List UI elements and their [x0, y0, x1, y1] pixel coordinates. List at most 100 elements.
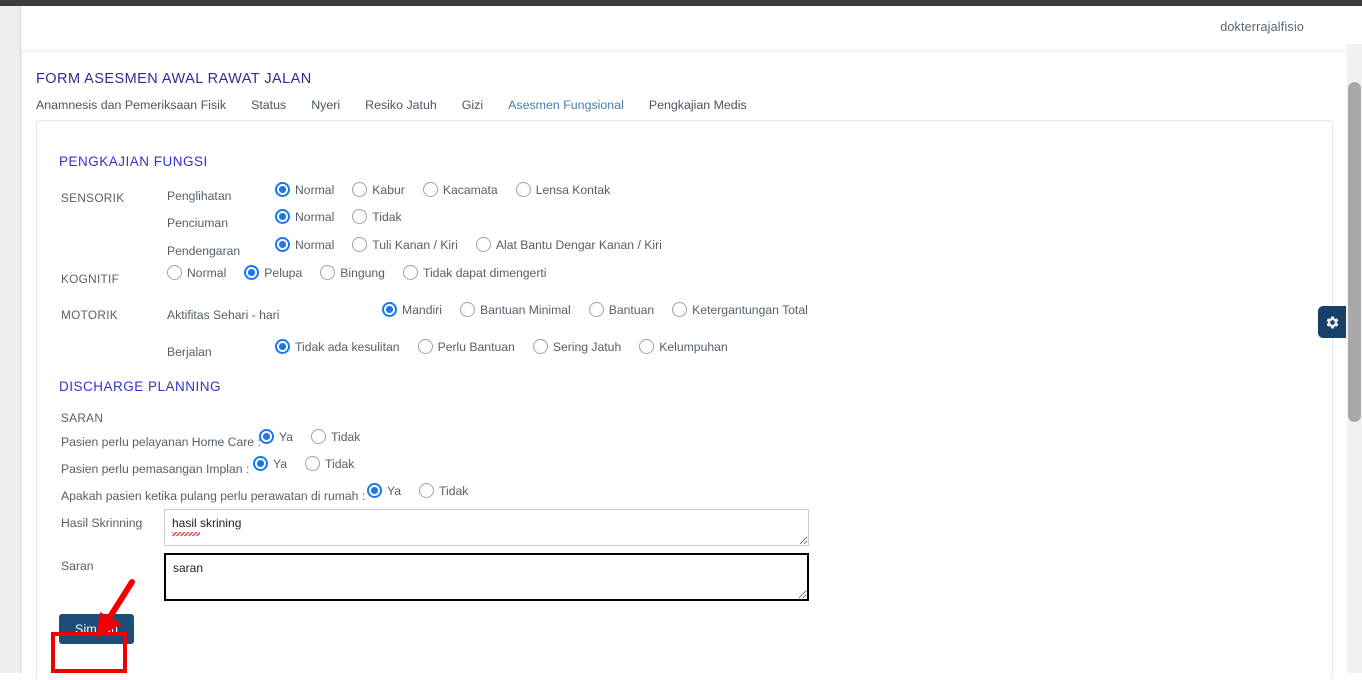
- vertical-scrollbar-thumb[interactable]: [1348, 82, 1361, 422]
- left-sidebar-rail: [0, 6, 21, 673]
- radio-dot-icon: [419, 483, 434, 498]
- radio-label: Ya: [273, 457, 287, 471]
- radio-kognitif-tidak-dapat-dimengerti[interactable]: Tidak dapat dimengerti: [403, 265, 547, 280]
- radio-implan-tidak[interactable]: Tidak: [305, 456, 354, 471]
- radio-implan-ya[interactable]: Ya: [253, 456, 287, 471]
- radio-kognitif-pelupa[interactable]: Pelupa: [244, 265, 302, 280]
- radio-berjalan-sering-jatuh[interactable]: Sering Jatuh: [533, 339, 621, 354]
- radio-dot-icon: [352, 237, 367, 252]
- radio-label: Bantuan: [609, 303, 654, 317]
- radio-group-perawatan-di-rumah: Ya Tidak: [367, 483, 486, 498]
- radio-label: Ketergantungan Total: [692, 303, 808, 317]
- question-label-perawatan-di-rumah: Apakah pasien ketika pulang perlu perawa…: [61, 489, 365, 503]
- tab-pengkajian-medis[interactable]: Pengkajian Medis: [649, 98, 760, 112]
- radio-dot-icon: [320, 265, 335, 280]
- radio-dot-icon: [403, 265, 418, 280]
- radio-penglihatan-kacamata[interactable]: Kacamata: [423, 182, 498, 197]
- radio-penglihatan-lensa-kontak[interactable]: Lensa Kontak: [516, 182, 611, 197]
- tab-status[interactable]: Status: [251, 98, 299, 112]
- radio-label: Mandiri: [402, 303, 442, 317]
- row-label-pendengaran: Pendengaran: [167, 244, 240, 258]
- tab-anamnesis-dan-pemeriksaan-fisik[interactable]: Anamnesis dan Pemeriksaan Fisik: [36, 98, 239, 112]
- radio-dot-icon: [253, 456, 268, 471]
- hasil-skrinning-textarea[interactable]: [164, 509, 809, 546]
- radio-dot-icon: [423, 182, 438, 197]
- tab-asesmen-fungsional[interactable]: Asesmen Fungsional: [508, 98, 637, 112]
- radio-label: Tidak: [372, 210, 401, 224]
- row-label-berjalan: Berjalan: [167, 345, 212, 359]
- radio-label: Tidak ada kesulitan: [295, 340, 400, 354]
- app-header: dokterrajalfisio: [21, 6, 1362, 50]
- group-label-motorik: MOTORIK: [61, 308, 118, 322]
- radio-aktifitas-bantuan-minimal[interactable]: Bantuan Minimal: [460, 302, 571, 317]
- assessment-card: PENGKAJIAN FUNGSI SENSORIK Penglihatan N…: [36, 120, 1333, 680]
- radio-berjalan-kelumpuhan[interactable]: Kelumpuhan: [639, 339, 727, 354]
- row-label-penglihatan: Penglihatan: [167, 189, 231, 203]
- saran-textarea[interactable]: [164, 553, 809, 601]
- radio-group-kognitif: Normal Pelupa Bingung Tidak dapat dimeng…: [167, 265, 565, 280]
- radio-dot-icon: [275, 209, 290, 224]
- radio-group-aktifitas-sehari-hari: Mandiri Bantuan Minimal Bantuan Ketergan…: [382, 302, 826, 317]
- radio-label: Normal: [295, 210, 334, 224]
- radio-dot-icon: [418, 339, 433, 354]
- radio-dot-icon: [275, 339, 290, 354]
- tab-gizi[interactable]: Gizi: [462, 98, 496, 112]
- radio-label: Bantuan Minimal: [480, 303, 571, 317]
- radio-kognitif-bingung[interactable]: Bingung: [320, 265, 385, 280]
- radio-dot-icon: [311, 429, 326, 444]
- radio-penglihatan-normal[interactable]: Normal: [275, 182, 334, 197]
- tab-nyeri[interactable]: Nyeri: [311, 98, 353, 112]
- radio-perawatan-rumah-ya[interactable]: Ya: [367, 483, 401, 498]
- radio-perawatan-rumah-tidak[interactable]: Tidak: [419, 483, 468, 498]
- radio-aktifitas-mandiri[interactable]: Mandiri: [382, 302, 442, 317]
- radio-home-care-tidak[interactable]: Tidak: [311, 429, 360, 444]
- gear-icon: [1325, 315, 1340, 330]
- row-label-aktifitas-sehari-hari: Aktifitas Sehari - hari: [167, 308, 279, 322]
- radio-label: Bingung: [340, 266, 385, 280]
- radio-dot-icon: [382, 302, 397, 317]
- radio-penglihatan-kabur[interactable]: Kabur: [352, 182, 405, 197]
- radio-kognitif-normal[interactable]: Normal: [167, 265, 226, 280]
- radio-dot-icon: [244, 265, 259, 280]
- header-username[interactable]: dokterrajalfisio: [1220, 20, 1304, 34]
- radio-home-care-ya[interactable]: Ya: [259, 429, 293, 444]
- radio-dot-icon: [167, 265, 182, 280]
- radio-penciuman-normal[interactable]: Normal: [275, 209, 334, 224]
- radio-aktifitas-ketergantungan-total[interactable]: Ketergantungan Total: [672, 302, 808, 317]
- radio-label: Tidak: [439, 484, 468, 498]
- tab-resiko-jatuh[interactable]: Resiko Jatuh: [365, 98, 450, 112]
- group-label-kognitif: KOGNITIF: [61, 272, 119, 286]
- group-label-saran: SARAN: [61, 411, 103, 425]
- field-wrap-saran: [164, 553, 809, 601]
- radio-label: Lensa Kontak: [536, 183, 611, 197]
- radio-label: Perlu Bantuan: [438, 340, 515, 354]
- settings-gear-tab[interactable]: [1318, 306, 1346, 338]
- radio-dot-icon: [516, 182, 531, 197]
- radio-label: Tidak: [331, 430, 360, 444]
- radio-pendengaran-alat-bantu-dengar[interactable]: Alat Bantu Dengar Kanan / Kiri: [476, 237, 662, 252]
- radio-group-pendengaran: Normal Tuli Kanan / Kiri Alat Bantu Deng…: [275, 237, 680, 252]
- radio-dot-icon: [352, 209, 367, 224]
- radio-dot-icon: [352, 182, 367, 197]
- radio-dot-icon: [589, 302, 604, 317]
- save-button[interactable]: Simpan: [59, 614, 134, 644]
- main-content: FORM ASESMEN AWAL RAWAT JALAN Anamnesis …: [21, 50, 1346, 673]
- radio-dot-icon: [476, 237, 491, 252]
- radio-pendengaran-tuli-kanan-kiri[interactable]: Tuli Kanan / Kiri: [352, 237, 458, 252]
- radio-label: Normal: [295, 183, 334, 197]
- radio-label: Kelumpuhan: [659, 340, 727, 354]
- radio-label: Sering Jatuh: [553, 340, 621, 354]
- radio-label: Alat Bantu Dengar Kanan / Kiri: [496, 238, 662, 252]
- radio-aktifitas-bantuan[interactable]: Bantuan: [589, 302, 654, 317]
- radio-group-penglihatan: Normal Kabur Kacamata Lensa Kontak: [275, 182, 628, 197]
- field-wrap-hasil-skrinning: [164, 509, 809, 546]
- radio-group-pemasangan-implan: Ya Tidak: [253, 456, 372, 471]
- radio-pendengaran-normal[interactable]: Normal: [275, 237, 334, 252]
- radio-berjalan-perlu-bantuan[interactable]: Perlu Bantuan: [418, 339, 515, 354]
- radio-label: Kacamata: [443, 183, 498, 197]
- radio-label: Kabur: [372, 183, 405, 197]
- radio-berjalan-tidak-ada-kesulitan[interactable]: Tidak ada kesulitan: [275, 339, 400, 354]
- row-label-penciuman: Penciuman: [167, 216, 228, 230]
- group-label-sensorik: SENSORIK: [61, 191, 124, 205]
- radio-penciuman-tidak[interactable]: Tidak: [352, 209, 401, 224]
